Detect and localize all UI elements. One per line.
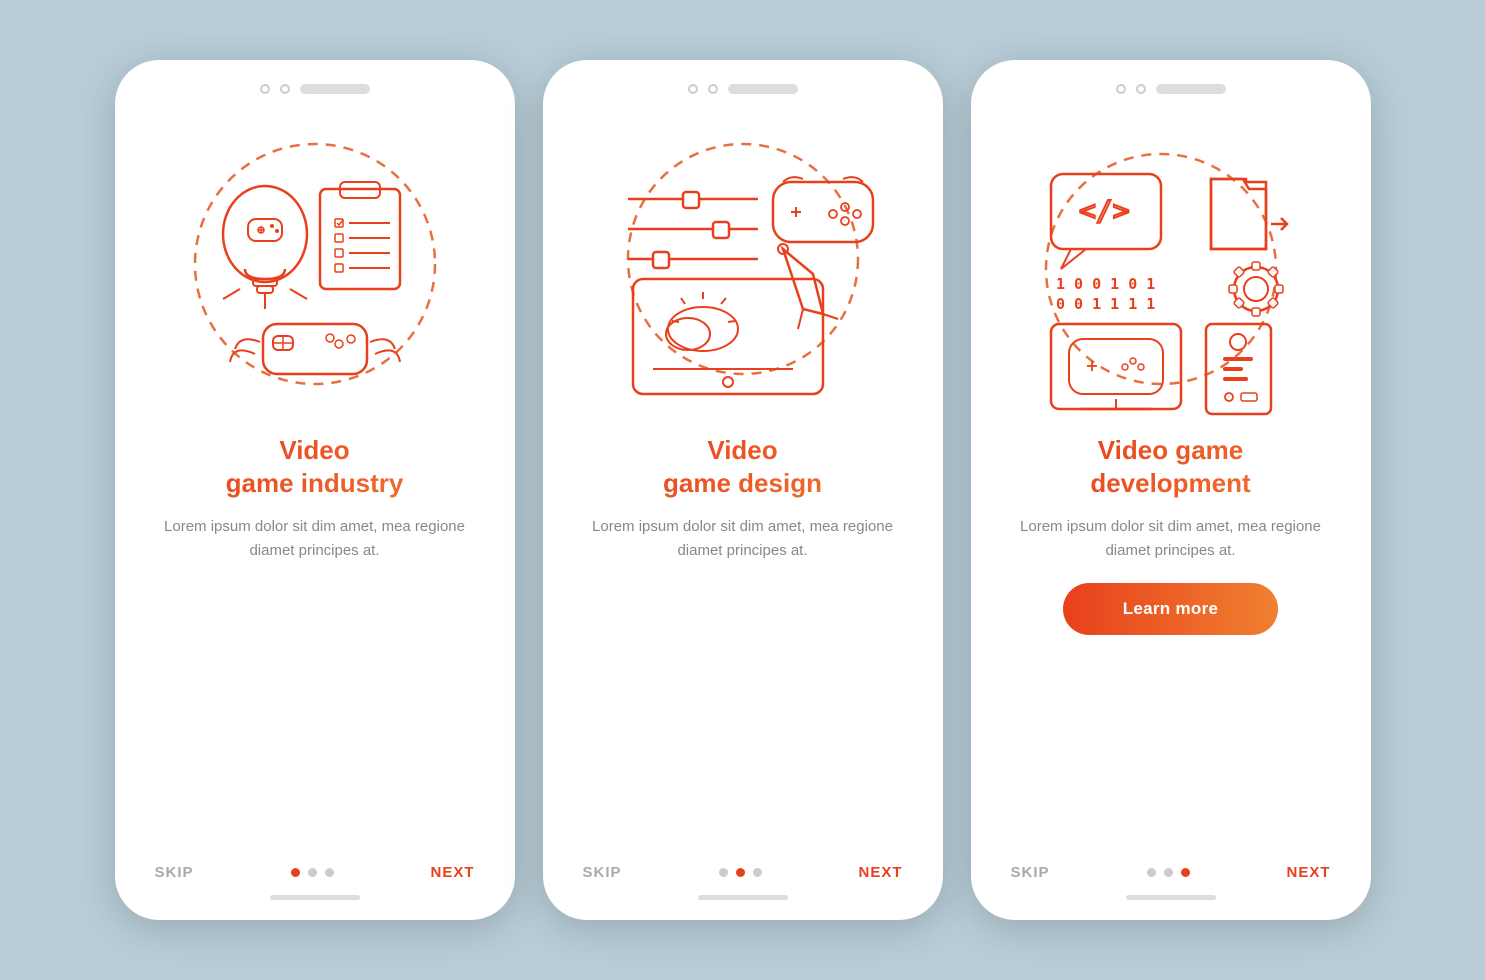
phone-dot-2 [280,84,290,94]
nav-dot-1-active [291,868,300,877]
phone-2-pill [728,84,798,94]
phone-2-desc: Lorem ipsum dolor sit dim amet, mea regi… [543,515,943,563]
phone-1-home-bar [270,895,360,900]
phone-3-illustration: </> 1 0 0 1 0 1 [1001,104,1341,424]
nav-dot-2-active [736,868,745,877]
phone-3-dot-1 [1116,84,1126,94]
phone-dot-1 [260,84,270,94]
skip-button-1[interactable]: SKIP [155,864,194,881]
phone-1: Video game industry Lorem ipsum dolor si… [115,60,515,920]
nav-dot-1-b [308,868,317,877]
phone-3-title: Video game development [1060,434,1280,499]
phone-3-home-bar [1126,895,1216,900]
learn-more-button[interactable]: Learn more [1063,583,1279,635]
next-button-2[interactable]: NEXT [858,864,902,881]
phone-3-nav: SKIP NEXT [1001,854,1341,881]
nav-dot-3-a [1147,868,1156,877]
phone-2-home-bar [698,895,788,900]
nav-dot-3-active [1181,868,1190,877]
nav-dot-2-c [753,868,762,877]
nav-dot-1-c [325,868,334,877]
phone-1-title: Video game industry [196,434,434,499]
nav-dots-2 [719,868,762,877]
nav-dots-3 [1147,868,1190,877]
phone-3: </> 1 0 0 1 0 1 [971,60,1371,920]
nav-dots-1 [291,868,334,877]
next-button-1[interactable]: NEXT [430,864,474,881]
phone-2-dot-1 [688,84,698,94]
phone-pill [300,84,370,94]
phone-2: Video game design Lorem ipsum dolor sit … [543,60,943,920]
phone-3-pill [1156,84,1226,94]
skip-button-2[interactable]: SKIP [583,864,622,881]
svg-text:</>: </> [1079,194,1130,227]
phone-1-nav: SKIP NEXT [145,854,485,881]
nav-dot-3-b [1164,868,1173,877]
phone-3-desc: Lorem ipsum dolor sit dim amet, mea regi… [971,515,1371,563]
nav-dot-2-a [719,868,728,877]
phone-2-dot-2 [708,84,718,94]
phone-1-illustration [145,104,485,424]
phone-2-bottom: SKIP NEXT [543,854,943,900]
phone-2-illustration [573,104,913,424]
phone-2-top-bar [688,84,798,94]
svg-text:1 0 0 1 0 1: 1 0 0 1 0 1 [1056,275,1155,293]
phone-top-bar [260,84,370,94]
next-button-3[interactable]: NEXT [1286,864,1330,881]
phone-1-desc: Lorem ipsum dolor sit dim amet, mea regi… [115,515,515,563]
skip-button-3[interactable]: SKIP [1011,864,1050,881]
phones-container: Video game industry Lorem ipsum dolor si… [115,60,1371,920]
svg-text:0 0 1 1 1 1: 0 0 1 1 1 1 [1056,295,1155,313]
phone-1-bottom: SKIP NEXT [115,854,515,900]
phone-3-top-bar [1116,84,1226,94]
phone-3-bottom: SKIP NEXT [971,854,1371,900]
phone-2-nav: SKIP NEXT [573,854,913,881]
phone-2-title: Video game design [633,434,852,499]
phone-3-dot-2 [1136,84,1146,94]
